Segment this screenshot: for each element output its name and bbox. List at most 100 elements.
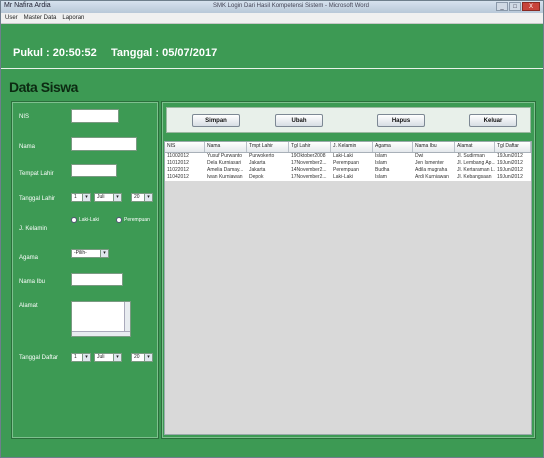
tanggal-daftar-day-value: 1 <box>74 354 77 360</box>
table-row[interactable]: 11042012 Iwan Kurniawan Depok 17November… <box>165 174 531 181</box>
chevron-down-icon: ▾ <box>113 354 121 361</box>
column-header[interactable]: Nama Ibu <box>413 142 455 152</box>
table-cell: Amelia Damay... <box>207 167 244 173</box>
table-cell: Iwan Kurniawan <box>207 174 243 180</box>
horizontal-scrollbar[interactable] <box>72 331 130 336</box>
menu-user[interactable]: User <box>5 13 18 23</box>
tanggal-lahir-year-value: 20 <box>134 194 140 200</box>
tanggal-daftar-label: Tanggal Daftar <box>19 355 59 361</box>
table-row[interactable]: 11002012 Yusuf Purwanto Purwokerto 19Okt… <box>165 153 531 160</box>
simpan-button[interactable]: Simpan <box>192 114 240 127</box>
ubah-button[interactable]: Ubah <box>275 114 323 127</box>
column-header[interactable]: Tgl Lahir <box>289 142 331 152</box>
maximize-button[interactable]: □ <box>509 2 521 11</box>
tempat-lahir-field[interactable] <box>71 164 117 177</box>
table-cell: Jl. Sudirman <box>457 153 485 159</box>
chevron-down-icon: ▾ <box>144 354 152 361</box>
tanggal-lahir-year-select[interactable]: 20 ▾ <box>131 193 153 202</box>
table-cell: Perempuan <box>333 167 359 173</box>
nis-label: NIS <box>19 114 30 120</box>
agama-value: -Pilih- <box>74 250 87 256</box>
table-cell: Purwokerto <box>249 153 275 159</box>
tanggal-daftar-month-select[interactable]: Juli ▾ <box>94 353 122 362</box>
table-cell: 19Oktober2008 <box>291 153 326 159</box>
document-title: SMK Login Dari Hasil Kompetensi Sistem -… <box>213 3 369 9</box>
nis-field[interactable] <box>71 109 119 123</box>
column-header[interactable]: Agama <box>373 142 413 152</box>
table-cell: Laki-Laki <box>333 174 354 180</box>
nama-field[interactable] <box>71 137 137 151</box>
alamat-textarea[interactable] <box>71 301 131 337</box>
action-toolbar: Simpan Ubah Hapus Keluar <box>166 107 531 133</box>
column-header[interactable]: Alamat <box>455 142 495 152</box>
table-cell: 14November2... <box>291 167 327 173</box>
tanggal-lahir-day-select[interactable]: 1 ▾ <box>71 193 91 202</box>
agama-label: Agama <box>19 255 39 261</box>
table-cell: Jl. Kertaraman L... <box>457 167 495 173</box>
tanggal-daftar-year-select[interactable]: 20 ▾ <box>131 353 153 362</box>
form-panel <box>11 101 159 439</box>
header-divider <box>1 68 543 69</box>
table-cell: Jakarta <box>249 160 266 166</box>
nama-ibu-field[interactable] <box>71 273 123 286</box>
table-cell: Islam <box>375 174 387 180</box>
table-cell: 19Juni2012 <box>497 153 523 159</box>
table-cell: Depok <box>249 174 264 180</box>
table-cell: Islam <box>375 160 387 166</box>
minimize-button[interactable]: _ <box>496 2 508 11</box>
header-bar: Pukul : 20:50:52 Tanggal : 05/07/2017 <box>1 25 543 69</box>
table-cell: Budha <box>375 167 390 173</box>
tanggal-lahir-label: Tanggal Lahir <box>19 196 56 202</box>
tanggal-daftar-year-value: 20 <box>134 354 140 360</box>
table-cell: 11022012 <box>167 167 189 173</box>
table-cell: Yusuf Purwanto <box>207 153 243 159</box>
table-cell: Adila mugraha <box>415 167 448 173</box>
table-header: NIS Nama Tmpt Lahir Tgl Lahir J. Kelamin… <box>165 142 531 153</box>
column-header[interactable]: Tmpt Lahir <box>247 142 289 152</box>
chevron-down-icon: ▾ <box>113 194 121 201</box>
nama-ibu-label: Nama Ibu <box>19 279 46 285</box>
radio-laki-laki-label: Laki-Laki <box>79 217 100 223</box>
title-bar: Mr Nafira Ardia SMK Login Dari Hasil Kom… <box>1 1 543 13</box>
table-cell: 11002012 <box>167 153 189 159</box>
table-cell: 11012012 <box>167 160 189 166</box>
close-button[interactable]: X <box>522 2 540 11</box>
chevron-down-icon: ▾ <box>82 194 90 201</box>
tanggal-daftar-day-select[interactable]: 1 ▾ <box>71 353 91 362</box>
radio-perempuan[interactable]: Perempuan <box>116 217 150 223</box>
siswa-table[interactable]: NIS Nama Tmpt Lahir Tgl Lahir J. Kelamin… <box>164 141 532 435</box>
table-cell: Jl. Kebangsaan <box>457 174 492 180</box>
tanggal-lahir-day-value: 1 <box>74 194 77 200</box>
column-header[interactable]: Tgl Daftar <box>495 142 531 152</box>
table-row[interactable]: 11012012 Dela Kurniasari Jakarta 17Novem… <box>165 160 531 167</box>
agama-select[interactable]: -Pilih- ▾ <box>71 249 109 258</box>
hapus-button[interactable]: Hapus <box>377 114 425 127</box>
table-cell: 19Juni2012 <box>497 174 523 180</box>
radio-circle-icon <box>71 217 77 223</box>
table-cell: 19Juni2012 <box>497 167 523 173</box>
tanggal-daftar-month-value: Juli <box>97 354 105 360</box>
table-cell: 11042012 <box>167 174 189 180</box>
menu-laporan[interactable]: Laporan <box>62 13 84 23</box>
radio-laki-laki[interactable]: Laki-Laki <box>71 217 99 223</box>
chevron-down-icon: ▾ <box>100 250 108 257</box>
column-header[interactable]: J. Kelamin <box>331 142 373 152</box>
jenis-kelamin-label: J. Kelamin <box>19 226 48 232</box>
keluar-button[interactable]: Keluar <box>469 114 517 127</box>
table-cell: Laki-Laki <box>333 153 354 159</box>
table-row[interactable]: 11022012 Amelia Damay... Jakarta 14Novem… <box>165 167 531 174</box>
window-controls: _ □ X <box>496 2 540 12</box>
column-header[interactable]: Nama <box>205 142 247 152</box>
menu-master-data[interactable]: Master Data <box>24 13 57 23</box>
tempat-lahir-label: Tempat Lahir <box>19 171 54 177</box>
chevron-down-icon: ▾ <box>144 194 152 201</box>
chevron-down-icon: ▾ <box>82 354 90 361</box>
column-header[interactable]: NIS <box>165 142 205 152</box>
table-cell: 19Juni2012 <box>497 160 523 166</box>
radio-circle-icon <box>116 217 122 223</box>
menu-bar: User Master Data Laporan <box>1 13 543 24</box>
tanggal-lahir-month-select[interactable]: Juli ▾ <box>94 193 122 202</box>
table-cell: 17November2... <box>291 174 327 180</box>
table-cell: Dela Kurniasari <box>207 160 242 166</box>
table-cell: Perempuan <box>333 160 359 166</box>
